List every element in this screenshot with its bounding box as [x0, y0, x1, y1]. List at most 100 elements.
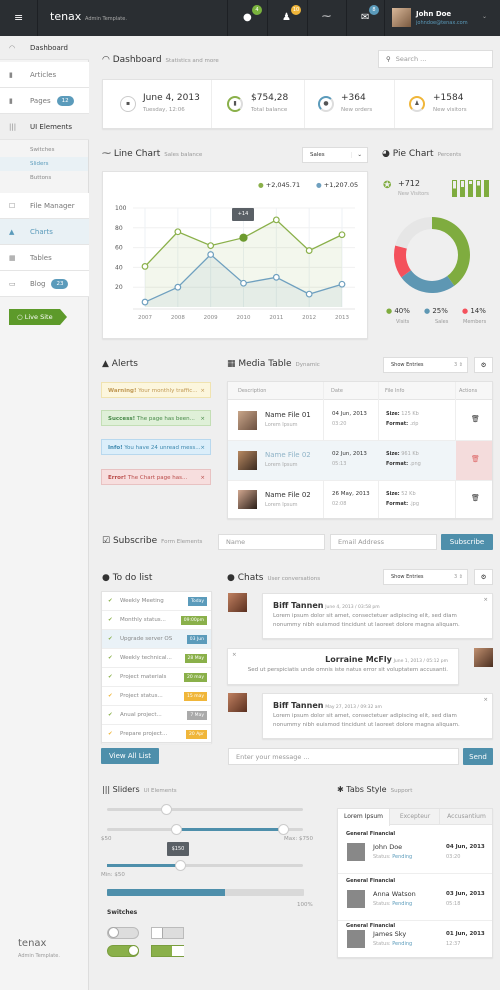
email-input[interactable]: Email Address — [330, 534, 437, 550]
check-icon[interactable]: ✔ — [108, 611, 113, 630]
entries-stepper[interactable]: 3 ⇕ — [454, 362, 463, 368]
check-icon[interactable]: ✔ — [108, 687, 113, 706]
sidebar-sub-buttons[interactable]: Buttons — [30, 175, 51, 181]
name-input[interactable]: Name — [218, 534, 325, 550]
item-name[interactable]: John Doe — [373, 843, 402, 851]
file-thumbnail — [238, 411, 257, 430]
chat-text: Lorem ipsum dolor sit amet, consectetuer… — [273, 613, 460, 628]
show-entries-select[interactable]: Show Entries 3 ⇕ — [383, 357, 468, 373]
sidebar-item-tables[interactable]: ▦ Tables — [0, 245, 89, 271]
chat-show-entries-select[interactable]: Show Entries 3 ⇕ — [383, 569, 468, 585]
file-sub: Lorem Ipsum — [265, 462, 298, 468]
range-slider[interactable] — [107, 824, 303, 835]
todo-badge: 20 may — [184, 673, 207, 682]
toggle-round-on[interactable] — [107, 945, 139, 957]
todo-item[interactable]: ✔ Project status... 15 may — [102, 687, 211, 706]
trash-icon[interactable]: 🗑 — [471, 494, 480, 502]
todo-item[interactable]: ✔ Upgrade server OS 03 Jun — [102, 630, 211, 649]
close-icon[interactable]: × — [200, 411, 205, 427]
slider-handle[interactable] — [160, 804, 172, 815]
subscribe-button[interactable]: Subscribe — [441, 534, 493, 550]
close-icon[interactable]: × — [200, 440, 205, 456]
check-icon[interactable]: ✔ — [108, 706, 113, 725]
x-tick-label: 2013 — [335, 315, 349, 321]
toggle-square-on[interactable] — [151, 945, 184, 957]
slider-handle[interactable] — [174, 860, 186, 871]
sidebar-item-dashboard[interactable]: ◠ Dashboard — [0, 36, 89, 60]
file-name[interactable]: Name File 02 — [265, 491, 311, 499]
entries-stepper[interactable]: 3 ⇕ — [454, 574, 463, 580]
trash-icon[interactable]: 🗑 — [471, 455, 480, 463]
file-name[interactable]: Name File 01 — [265, 411, 311, 419]
tab-lorem-ipsum[interactable]: Lorem Ipsum — [338, 809, 390, 826]
chat-author: Lorraine McFly — [325, 655, 392, 664]
column-header[interactable]: Description — [238, 382, 266, 400]
tab-accusantium[interactable]: Accusantium — [441, 809, 492, 825]
file-name[interactable]: Name File 02 — [265, 451, 311, 459]
check-icon[interactable]: ✔ — [108, 630, 113, 649]
brand-logo: tenax — [50, 10, 82, 23]
line-chart: 20 40 60 80 100 2007 2008 2009 2010 2011 2012 2013 — [115, 205, 355, 321]
user-name[interactable]: John Doe — [416, 10, 451, 18]
close-icon[interactable]: × — [232, 651, 237, 660]
sidebar-sub-sliders[interactable]: Sliders — [30, 161, 49, 167]
single-slider[interactable] — [107, 804, 303, 815]
send-button[interactable]: Send — [463, 748, 493, 765]
todo-badge: 7 May — [187, 711, 207, 720]
dashboard-heading: ◠ Dashboard Statistics and more — [102, 55, 219, 65]
check-icon[interactable]: ✔ — [108, 649, 113, 668]
settings-button[interactable]: ⚙ — [474, 357, 493, 373]
view-all-button[interactable]: View All List — [101, 748, 159, 764]
close-icon[interactable]: × — [200, 470, 205, 486]
toggle-round-off[interactable] — [107, 927, 139, 939]
todo-item[interactable]: ✔ Weekly Meeting Today — [102, 592, 211, 611]
item-name[interactable]: Anna Watson — [373, 890, 416, 898]
check-icon[interactable]: ✔ — [108, 725, 113, 744]
column-header[interactable]: File Info — [385, 382, 404, 400]
sidebar-item-file-manager[interactable]: ☐ File Manager — [0, 193, 89, 219]
close-icon[interactable]: × — [200, 383, 205, 399]
check-icon[interactable]: ✔ — [108, 668, 113, 687]
chat-settings-button[interactable]: ⚙ — [474, 569, 493, 585]
live-site-button[interactable]: ○ Live Site — [9, 309, 67, 325]
todo-item[interactable]: ✔ Monthly status... 09:00pm — [102, 611, 211, 630]
sidebar-item-pages[interactable]: ▮ Pages 12 — [0, 88, 89, 114]
sidebar-item-ui-elements[interactable]: ||| UI Elements — [0, 114, 89, 140]
sidebar-item-charts[interactable]: ▲ Charts — [0, 219, 89, 245]
range-handle-min[interactable] — [170, 824, 182, 835]
mail-icon[interactable]: ✉ — [361, 12, 369, 23]
todo-item[interactable]: ✔ Anual project... 7 May — [102, 706, 211, 725]
chevron-down-icon[interactable]: ⌄ — [482, 13, 487, 20]
activity-icon[interactable]: ⁓ — [322, 12, 331, 22]
todo-item[interactable]: ✔ Weekly technical... 28 May — [102, 649, 211, 668]
min-slider[interactable] — [107, 860, 303, 871]
sidebar-item-articles[interactable]: ▮ Articles — [0, 62, 89, 88]
user-icon[interactable]: ♟ — [282, 12, 291, 23]
todo-badge: 15 may — [184, 692, 207, 701]
sidebar-item-blog[interactable]: ▭ Blog 23 — [0, 271, 89, 297]
todo-item[interactable]: ✔ Project materials 20 may — [102, 668, 211, 687]
menu-icon[interactable]: ≡ — [14, 11, 23, 24]
check-icon[interactable]: ✔ — [108, 592, 113, 611]
chat-icon[interactable]: ● — [243, 12, 252, 23]
sales-select[interactable]: Sales ⌄ — [302, 147, 368, 163]
sidebar-sub-switches[interactable]: Switches — [30, 147, 54, 153]
footer-brand: tenax — [18, 938, 47, 949]
trash-icon[interactable]: 🗑 — [471, 415, 480, 423]
user-avatar[interactable] — [392, 8, 411, 27]
item-name[interactable]: James Sky — [373, 930, 406, 938]
chat-meta: June 4, 2013 / 03:58 pm — [325, 605, 380, 610]
status-value: Pending — [392, 901, 413, 907]
close-icon[interactable]: × — [483, 596, 488, 605]
range-handle-max[interactable] — [278, 824, 290, 835]
column-header[interactable]: Date — [331, 382, 343, 400]
search-input[interactable]: ⚲ Search ... — [378, 50, 493, 68]
toggle-square-off[interactable] — [151, 927, 184, 939]
tab-excepteur[interactable]: Excepteur — [391, 809, 440, 825]
todo-item[interactable]: ✔ Prepare project... 20 Apr — [102, 725, 211, 744]
message-input[interactable]: Enter your message ... — [228, 748, 459, 765]
subscribe-subtitle: Form Elements — [161, 539, 203, 545]
status-label: Status: — [373, 854, 391, 860]
close-icon[interactable]: × — [483, 696, 488, 705]
data-point — [207, 242, 215, 250]
